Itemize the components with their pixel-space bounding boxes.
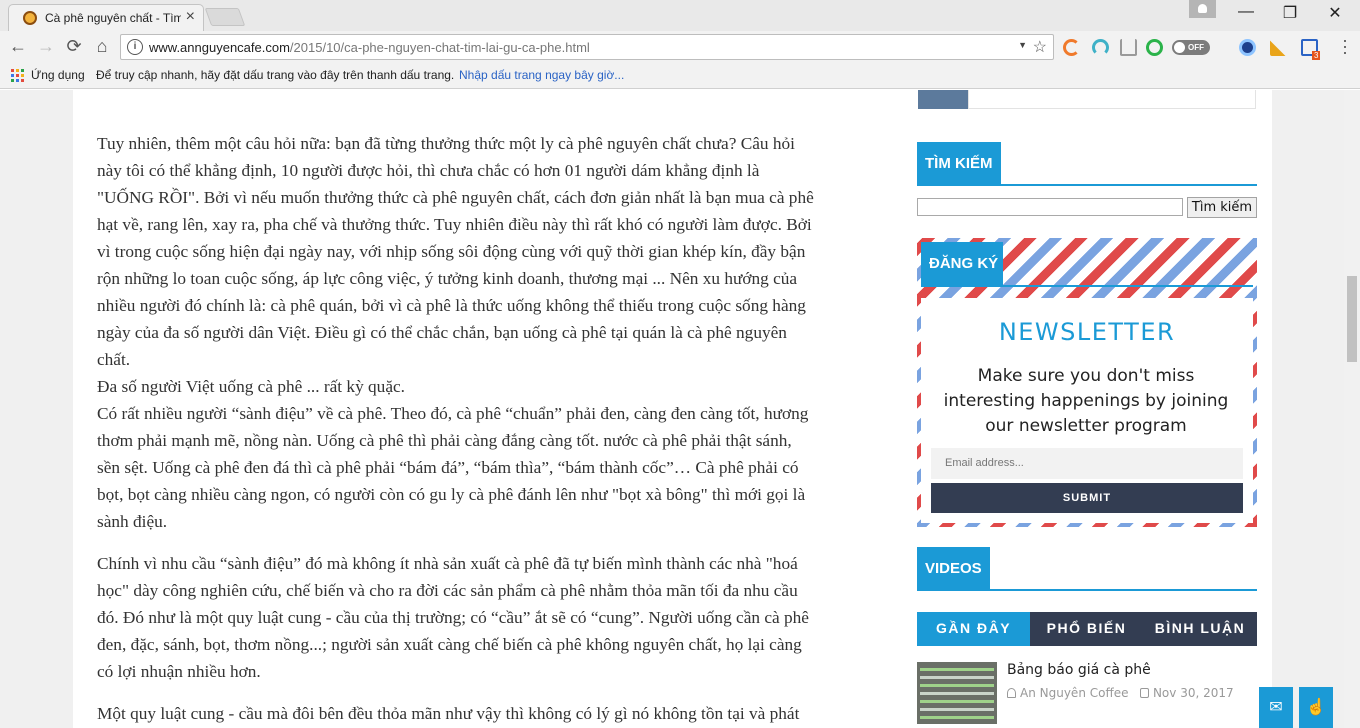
tab-strip: Cà phê nguyên chất - Tìm lại gu cà phê ×… [0, 0, 1360, 31]
article-line: nhiều người đó chính là: cà phê quán, bở… [97, 296, 806, 315]
videos-widget-heading: VIDEOS [917, 547, 1257, 591]
import-bookmarks-link[interactable]: Nhập dấu trang ngay bây giờ... [459, 68, 624, 82]
article-line: bọt, bọt càng nhiều càng ngon, có người … [97, 485, 806, 504]
bookmark-star-icon[interactable]: ☆ [1033, 37, 1047, 57]
article-line: "UỐNG RỒI". Bởi vì nếu muốn thưởng thức … [97, 188, 814, 207]
article-paragraph-2: Chính vì nhu cầu “sành điệu” đó mà không… [97, 550, 879, 685]
search-heading-label: TÌM KIẾM [917, 142, 1001, 186]
apps-grid-icon[interactable] [11, 69, 24, 82]
post-thumbnail[interactable] [917, 662, 997, 724]
close-window-button[interactable]: ✕ [1315, 3, 1355, 23]
page-scrollbar[interactable] [1344, 90, 1360, 728]
article-line: vì trong cuộc sống hiện đại ngày nay, vớ… [97, 242, 806, 261]
apps-link[interactable]: Ứng dụng [31, 68, 85, 82]
reload-icon[interactable]: ⟳ [63, 36, 85, 57]
article-line: sền sệt. Uống cà phê đen đá thì cà phê p… [97, 458, 799, 477]
article-paragraph-1: Tuy nhiên, thêm một câu hỏi nữa: bạn đã … [97, 130, 879, 535]
submit-button[interactable]: SUBMIT [931, 483, 1243, 513]
tab-close-icon[interactable]: × [186, 8, 195, 26]
url-host: www.annguyencafe.com [149, 40, 290, 55]
article-line: Đa số người Việt uống cà phê ... rất kỳ … [97, 377, 405, 396]
site-info-icon[interactable]: i [127, 39, 143, 55]
mail-icon[interactable]: ✉ [1259, 687, 1293, 728]
article-line: thơm phải mạnh mẽ, nồng nàn. Uống cà phê… [97, 431, 792, 450]
bookmarks-bar: Ứng dụng Để truy cập nhanh, hãy đặt dấu … [0, 63, 1360, 89]
address-bar[interactable]: i www.annguyencafe.com/2015/10/ca-phe-ng… [120, 34, 1054, 60]
minimize-button[interactable]: — [1226, 3, 1266, 21]
extension-toggle[interactable]: OFF [1172, 40, 1210, 55]
url-path: /2015/10/ca-phe-nguyen-chat-tim-lai-gu-c… [289, 40, 590, 55]
posts-tabs: GẦN ĐÂY PHỔ BIẾN BÌNH LUẬN [917, 612, 1257, 646]
heading-underline [917, 589, 1257, 591]
browser-menu-icon[interactable]: · · · [1340, 31, 1350, 61]
article-line: đó. Đó như là một quy luật cung - cầu củ… [97, 608, 809, 627]
post-date: Nov 30, 2017 [1152, 686, 1234, 700]
extension-c-icon[interactable] [1063, 39, 1080, 56]
profile-icon[interactable] [1189, 0, 1216, 18]
post-author[interactable]: An Nguyên Coffee [1020, 686, 1129, 700]
download-icon[interactable] [1120, 39, 1137, 56]
extension-badge: 3 [1312, 51, 1321, 60]
tab-title: Cà phê nguyên chất - Tìm lại gu cà phê [45, 11, 181, 25]
user-icon [1007, 688, 1016, 698]
new-tab-button[interactable] [204, 8, 246, 26]
article-line: Tuy nhiên, thêm một câu hỏi nữa: bạn đã … [97, 134, 795, 153]
email-field[interactable] [931, 448, 1243, 479]
newsletter-description: Make sure you don't miss interesting hap… [943, 366, 1229, 436]
article-paragraph-3: Một quy luật cung - cầu mà đôi bên đều t… [97, 700, 879, 727]
tab-popular[interactable]: PHỔ BIẾN [1030, 612, 1143, 646]
search-widget-heading: TÌM KIẾM [917, 142, 1257, 186]
article-line: đen, đặc, sánh, bọt, thơm nồng...; người… [97, 635, 802, 654]
heading-underline [917, 184, 1257, 186]
article-body: Tuy nhiên, thêm một câu hỏi nữa: bạn đã … [97, 130, 879, 728]
post-meta: An Nguyên Coffee Nov 30, 2017 [1007, 686, 1234, 700]
pen-extension-icon[interactable] [1270, 39, 1287, 56]
article-line: Có rất nhiều người “sành điệu” về cà phê… [97, 404, 809, 423]
browser-tab[interactable]: Cà phê nguyên chất - Tìm lại gu cà phê × [8, 4, 204, 31]
search-button[interactable]: Tìm kiếm [1187, 197, 1257, 218]
post-title-link[interactable]: Bảng báo giá cà phê [1007, 662, 1151, 678]
headphones-icon[interactable] [1092, 39, 1109, 56]
scrollbar-thumb[interactable] [1347, 276, 1357, 362]
touch-icon[interactable]: ☝ [1299, 687, 1333, 728]
article-line: học" dày công nghiên cứu, chế biến và ch… [97, 581, 798, 600]
article-line: ngày của đa số người dân Việt. Điều gì c… [97, 323, 787, 342]
tab-recent[interactable]: GẦN ĐÂY [917, 612, 1030, 646]
green-download-icon[interactable] [1146, 39, 1163, 56]
url-text: www.annguyencafe.com/2015/10/ca-phe-nguy… [149, 40, 590, 55]
calendar-icon [1139, 688, 1149, 698]
bookmarks-hint: Để truy cập nhanh, hãy đặt dấu trang vào… [96, 68, 455, 82]
browser-toolbar: ← → ⟳ ⌂ i www.annguyencafe.com/2015/10/c… [0, 31, 1360, 63]
signup-heading: ĐĂNG KÝ [921, 242, 1003, 286]
home-icon[interactable]: ⌂ [91, 36, 113, 57]
tab-comments[interactable]: BÌNH LUẬN [1143, 612, 1257, 646]
article-line: này tôi có thể khẳng định, 10 người được… [97, 161, 760, 180]
site-favicon-icon [23, 11, 37, 25]
article-line: sành điệu. [97, 512, 168, 531]
search-input[interactable] [917, 198, 1183, 216]
social-icon[interactable] [918, 90, 968, 109]
article-line: chất. [97, 350, 131, 369]
article-line: hạt về, rang lên, xay ra, pha chế và thư… [97, 215, 812, 234]
globe-extension-icon[interactable] [1239, 39, 1256, 56]
heading-underline [921, 285, 1253, 287]
social-widget-box [968, 90, 1256, 109]
article-line: rộn những lo toan cuộc sống, áp lực công… [97, 269, 798, 288]
videos-heading-label: VIDEOS [917, 547, 990, 591]
back-icon[interactable]: ← [7, 36, 29, 57]
newsletter-title: NEWSLETTER [998, 318, 1176, 346]
article-line: Chính vì nhu cầu “sành điệu” đó mà không… [97, 554, 798, 573]
restore-button[interactable]: ❐ [1270, 3, 1310, 23]
forward-icon[interactable]: → [35, 36, 57, 57]
chevron-down-icon[interactable]: ▼ [1018, 40, 1027, 50]
article-line: có lợi nhuận nhiều hơn. [97, 662, 261, 681]
article-line: Một quy luật cung - cầu mà đôi bên đều t… [97, 704, 800, 723]
